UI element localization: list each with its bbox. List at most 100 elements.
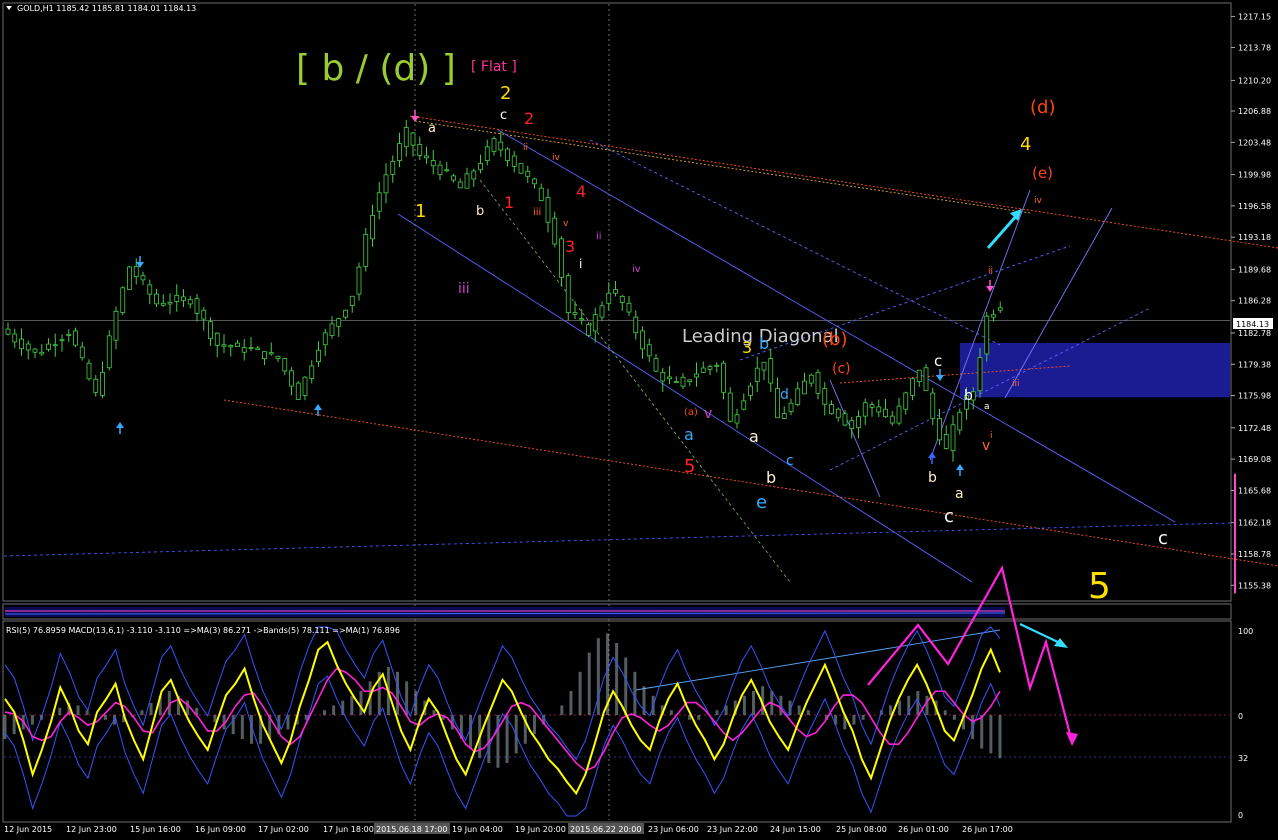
trend-line xyxy=(589,139,1001,346)
candle-body xyxy=(754,367,760,382)
wave-label: [ b / (d) ] xyxy=(296,48,456,89)
candle-body xyxy=(869,404,875,408)
time-tick-label: 2015.06.22 20:00 xyxy=(570,825,641,834)
candle-body xyxy=(451,175,456,181)
candle-body xyxy=(302,376,308,396)
candle-body xyxy=(430,160,436,167)
fractal-arrow-icon xyxy=(411,116,419,122)
price-tick-label: 1162.18 xyxy=(1238,519,1271,528)
candle-body xyxy=(322,332,328,346)
candle-body xyxy=(667,376,672,380)
candle-body xyxy=(444,169,450,172)
candle-body xyxy=(356,266,362,295)
candle-body xyxy=(154,293,159,305)
candle-body xyxy=(511,155,517,167)
indicator-header: RSI(5) 76.8959 MACD(13,6,1) -3.110 -3.11… xyxy=(6,626,400,635)
candle-body xyxy=(201,309,207,320)
candle-body xyxy=(896,405,902,424)
wave-label: c xyxy=(944,506,954,527)
candle-body xyxy=(59,339,65,342)
candle-body xyxy=(160,302,166,306)
candle-body xyxy=(316,349,321,363)
candle-body xyxy=(46,343,51,350)
candle-body xyxy=(775,388,780,419)
candle-body xyxy=(525,170,531,177)
wave-label: 3 xyxy=(742,338,752,357)
candle-body xyxy=(275,355,281,360)
candle-body xyxy=(579,318,585,321)
wave-label: a xyxy=(684,425,694,444)
candle-body xyxy=(538,187,544,201)
candle-body xyxy=(221,344,227,347)
trend-line xyxy=(829,379,881,498)
candle-body xyxy=(417,144,423,156)
candle-body xyxy=(39,351,45,355)
candle-body xyxy=(363,233,369,267)
wave-label: c xyxy=(1158,528,1168,549)
candle-body xyxy=(626,302,632,313)
candle-body xyxy=(349,295,355,307)
wave-label: v xyxy=(704,406,712,422)
wave-label: b xyxy=(766,468,776,487)
candle-body xyxy=(660,371,666,382)
candle-body xyxy=(343,309,348,318)
price-tick-label: 1210.20 xyxy=(1238,76,1271,85)
candle-body xyxy=(721,362,726,393)
candle-body xyxy=(5,328,11,335)
candle-body xyxy=(214,332,220,346)
wave-label: 1 xyxy=(415,201,426,222)
candle-body xyxy=(397,143,402,161)
candle-body xyxy=(694,373,699,378)
wave-label: 2 xyxy=(524,109,534,128)
price-candles xyxy=(5,119,1003,462)
wave-label: ii xyxy=(523,143,528,153)
candle-body xyxy=(916,369,922,382)
candle-body xyxy=(640,330,645,350)
time-tick-label: 12 Jun 23:00 xyxy=(66,825,117,834)
candle-body xyxy=(673,381,679,383)
candle-body xyxy=(73,330,78,346)
price-tick-label: 1199.98 xyxy=(1238,171,1271,180)
wave-label: 4 xyxy=(1020,134,1031,155)
candle-body xyxy=(707,366,713,370)
candle-body xyxy=(835,408,841,419)
projection-arrow-icon xyxy=(986,213,1020,249)
candle-body xyxy=(849,420,855,429)
price-tick-label: 1196.58 xyxy=(1238,202,1271,211)
price-tick-label: 1213.78 xyxy=(1238,43,1271,52)
time-tick-label: 19 Jun 04:00 xyxy=(452,825,503,834)
price-tick-label: 1193.18 xyxy=(1238,233,1271,242)
candle-body xyxy=(950,424,956,452)
price-tick-label: 1158.78 xyxy=(1238,550,1271,559)
wave-label: c xyxy=(500,108,507,123)
candle-body xyxy=(32,348,38,353)
candle-body xyxy=(862,402,868,417)
time-tick-label: 26 Jun 17:00 xyxy=(962,825,1013,834)
indicator-tick-label: 0 xyxy=(1238,811,1243,820)
wave-label: 1 xyxy=(504,193,514,212)
candle-body xyxy=(295,382,301,400)
candle-body xyxy=(403,127,409,148)
candle-body xyxy=(687,379,693,382)
wave-label: iv xyxy=(1034,196,1043,206)
candle-body xyxy=(923,367,929,392)
wave-label: d xyxy=(780,387,789,403)
candle-body xyxy=(255,347,261,350)
candle-body xyxy=(282,358,288,372)
price-tick-label: 1206.88 xyxy=(1238,107,1271,116)
wave-label: ii xyxy=(596,231,602,242)
price-axis: 1217.15 1213.78 1210.20 1206.88 1203.48 1199.… xyxy=(1231,12,1271,594)
time-tick-label: 2015.06.18 17:00 xyxy=(376,825,447,834)
wave-label: a xyxy=(984,402,990,412)
candle-body xyxy=(390,161,396,175)
candle-body xyxy=(856,416,861,429)
wave-label: a xyxy=(749,427,759,446)
candle-body xyxy=(262,351,267,359)
candle-body xyxy=(930,392,936,419)
candle-body xyxy=(883,408,888,417)
price-tick-label: 1175.98 xyxy=(1238,392,1271,401)
triangle-down-icon[interactable] xyxy=(6,6,12,10)
candle-body xyxy=(329,323,335,336)
candle-body xyxy=(187,299,193,305)
target-zone xyxy=(960,342,1230,398)
